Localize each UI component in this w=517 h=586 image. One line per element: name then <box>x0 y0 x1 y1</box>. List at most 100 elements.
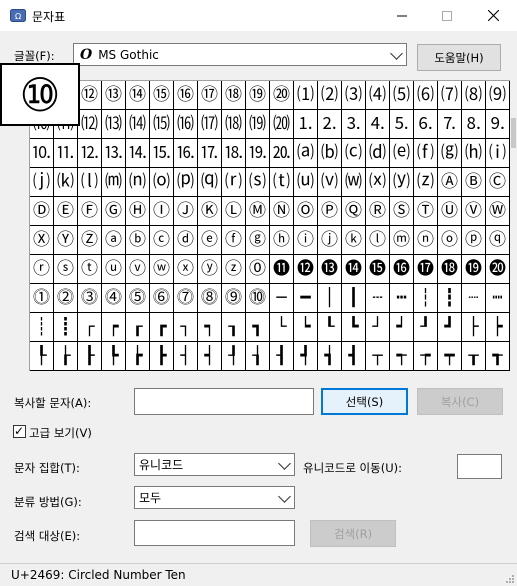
char-cell[interactable]: ⓕ <box>222 226 246 255</box>
char-cell[interactable]: ⓹ <box>126 284 150 313</box>
char-cell[interactable]: ⒯ <box>270 168 294 197</box>
char-cell[interactable]: Ⓣ <box>414 197 438 226</box>
char-cell[interactable]: ⓪ <box>246 255 270 284</box>
char-cell[interactable]: ┖ <box>318 313 342 342</box>
char-cell[interactable]: ⑺ <box>438 81 462 110</box>
char-cell[interactable]: ⓮ <box>342 255 366 284</box>
char-cell[interactable]: Ⓟ <box>318 197 342 226</box>
char-cell[interactable]: ⓒ <box>150 226 174 255</box>
char-cell[interactable]: Ⓗ <box>126 197 150 226</box>
char-cell[interactable]: ┬ <box>366 342 390 371</box>
char-cell[interactable]: ⒘ <box>198 139 222 168</box>
help-button[interactable]: 도움말(H) <box>417 44 501 71</box>
char-cell[interactable]: ┘ <box>366 313 390 342</box>
charset-select[interactable]: 유니코드 <box>134 453 295 476</box>
char-cell[interactable]: ⒝ <box>318 139 342 168</box>
char-cell[interactable]: ┋ <box>54 313 78 342</box>
char-cell[interactable]: ⒤ <box>486 139 510 168</box>
char-cell[interactable]: ⓣ <box>78 255 102 284</box>
char-cell[interactable]: ⓓ <box>174 226 198 255</box>
char-cell[interactable]: ⒮ <box>246 168 270 197</box>
char-cell[interactable]: ┞ <box>30 342 54 371</box>
char-cell[interactable]: ⓦ <box>150 255 174 284</box>
character-grid[interactable]: ⑩⑪⑫⑬⑭⑮⑯⑰⑱⑲⑳⑴⑵⑶⑷⑸⑹⑺⑻⑼⑽⑾⑿⒀⒁⒂⒃⒄⒅⒆⒇⒈⒉⒊⒋⒌⒍⒎⒏⒐… <box>29 80 510 371</box>
grid-scrollbar-thumb[interactable] <box>511 118 516 148</box>
char-cell[interactable]: ┉ <box>486 284 510 313</box>
char-cell[interactable]: ┥ <box>198 342 222 371</box>
char-cell[interactable]: ⒕ <box>126 139 150 168</box>
char-cell[interactable]: ⒌ <box>390 110 414 139</box>
char-cell[interactable]: Ⓞ <box>294 197 318 226</box>
maximize-button[interactable] <box>424 0 470 31</box>
char-cell[interactable]: ┛ <box>438 313 462 342</box>
char-cell[interactable]: ├ <box>462 313 486 342</box>
char-cell[interactable]: ⓐ <box>102 226 126 255</box>
char-cell[interactable]: ⒎ <box>438 110 462 139</box>
char-cell[interactable]: ━ <box>294 284 318 313</box>
char-cell[interactable]: ⓚ <box>342 226 366 255</box>
char-cell[interactable]: ┅ <box>390 284 414 313</box>
char-cell[interactable]: Ⓢ <box>390 197 414 226</box>
char-cell[interactable]: ⑯ <box>174 81 198 110</box>
char-cell[interactable]: ⑼ <box>486 81 510 110</box>
char-cell[interactable]: Ⓐ <box>438 168 462 197</box>
char-cell[interactable]: ⓝ <box>414 226 438 255</box>
char-cell[interactable]: ⑶ <box>342 81 366 110</box>
char-cell[interactable]: ⒙ <box>222 139 246 168</box>
char-cell[interactable]: ⓖ <box>246 226 270 255</box>
search-input[interactable] <box>134 520 295 546</box>
char-cell[interactable]: ┎ <box>126 313 150 342</box>
char-cell[interactable]: Ⓦ <box>486 197 510 226</box>
char-cell[interactable]: ⓜ <box>390 226 414 255</box>
char-cell[interactable]: Ⓔ <box>54 197 78 226</box>
char-cell[interactable]: ⒠ <box>390 139 414 168</box>
char-cell[interactable]: ⒣ <box>462 139 486 168</box>
char-cell[interactable]: Ⓨ <box>54 226 78 255</box>
minimize-button[interactable] <box>379 0 425 31</box>
char-cell[interactable]: ┍ <box>102 313 126 342</box>
char-cell[interactable]: ⑲ <box>246 81 270 110</box>
char-cell[interactable]: ⑴ <box>294 81 318 110</box>
char-cell[interactable]: ⒲ <box>342 168 366 197</box>
char-cell[interactable]: ⒐ <box>486 110 510 139</box>
char-cell[interactable]: ⑬ <box>102 81 126 110</box>
char-cell[interactable]: ⑱ <box>222 81 246 110</box>
char-cell[interactable]: ⒧ <box>78 168 102 197</box>
char-cell[interactable]: ⓧ <box>174 255 198 284</box>
char-cell[interactable]: ⓰ <box>390 255 414 284</box>
char-cell[interactable]: ┪ <box>318 342 342 371</box>
char-cell[interactable]: ┆ <box>414 284 438 313</box>
char-cell[interactable]: ⑹ <box>414 81 438 110</box>
char-cell[interactable]: ⓾ <box>246 284 270 313</box>
char-cell[interactable]: ⓽ <box>222 284 246 313</box>
char-cell[interactable]: ⒑ <box>30 139 54 168</box>
char-cell[interactable]: ⒵ <box>414 168 438 197</box>
char-cell[interactable]: Ⓕ <box>78 197 102 226</box>
char-cell[interactable]: ┱ <box>486 342 510 371</box>
resize-grip-icon[interactable] <box>505 574 515 584</box>
char-cell[interactable]: ┌ <box>78 313 102 342</box>
char-cell[interactable]: ⓻ <box>174 284 198 313</box>
char-cell[interactable]: Ⓒ <box>486 168 510 197</box>
char-cell[interactable]: ⒇ <box>270 110 294 139</box>
char-cell[interactable]: ⒗ <box>174 139 198 168</box>
char-cell[interactable]: Ⓛ <box>222 197 246 226</box>
char-cell[interactable]: ⑵ <box>318 81 342 110</box>
char-cell[interactable]: ⒈ <box>294 110 318 139</box>
char-cell[interactable]: ⓡ <box>30 255 54 284</box>
char-cell[interactable]: ⒭ <box>222 168 246 197</box>
char-cell[interactable]: ⒆ <box>246 110 270 139</box>
char-cell[interactable]: ┓ <box>246 313 270 342</box>
char-cell[interactable]: ⓺ <box>150 284 174 313</box>
char-cell[interactable]: ⓛ <box>366 226 390 255</box>
char-cell[interactable]: ⑰ <box>198 81 222 110</box>
char-cell[interactable]: ┚ <box>414 313 438 342</box>
close-button[interactable] <box>470 0 516 31</box>
char-cell[interactable]: ⒋ <box>366 110 390 139</box>
char-cell[interactable]: Ⓜ <box>246 197 270 226</box>
char-cell[interactable]: │ <box>318 284 342 313</box>
char-cell[interactable]: ⒔ <box>102 139 126 168</box>
char-cell[interactable]: ⓤ <box>102 255 126 284</box>
char-cell[interactable]: ⒱ <box>318 168 342 197</box>
char-cell[interactable]: ⓗ <box>270 226 294 255</box>
